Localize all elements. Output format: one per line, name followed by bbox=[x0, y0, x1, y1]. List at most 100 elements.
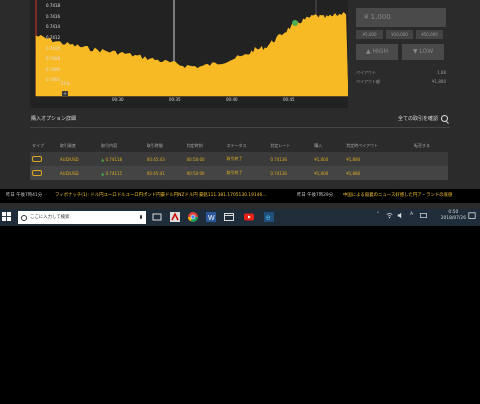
column-header: 購入 bbox=[314, 143, 323, 148]
column-header: 判定時ペイアウト bbox=[346, 143, 379, 148]
chart-area bbox=[30, 0, 348, 108]
trade-type-cell bbox=[30, 166, 58, 180]
history-title: 購入オプション詳細 bbox=[31, 116, 77, 122]
quick-amount-button[interactable]: ¥5,000 bbox=[356, 30, 383, 39]
payout-rate-label: ペイアウト bbox=[356, 70, 376, 75]
trade-type-cell bbox=[30, 152, 58, 166]
up-arrow-icon: ▲ bbox=[101, 156, 105, 162]
ticker-headline[interactable]: フィボナッチ(1): ドル円ユーロドルユーロ円ポンド円豪ドル円NZドル円 豪銘1… bbox=[55, 189, 266, 203]
search-icon[interactable] bbox=[441, 115, 448, 122]
history-header: 購入オプション詳細 全ての取引を確認 bbox=[30, 111, 450, 128]
y-tick: 0.7408 bbox=[46, 56, 60, 61]
volume-icon[interactable] bbox=[397, 212, 404, 219]
clock-date: 2018/07/26 bbox=[440, 216, 466, 221]
high-button[interactable]: ▲ HIGH bbox=[356, 44, 398, 60]
payout-amount-label: ペイアウト額 bbox=[356, 79, 380, 84]
buy-cell: ¥1,000 bbox=[312, 152, 345, 166]
column-header: 取引資産 bbox=[59, 143, 76, 148]
table-row[interactable]: AUD/USD ▲ 0.74118 00:45:43 00:50:00 取引終了… bbox=[30, 152, 448, 166]
svg-text:e: e bbox=[266, 213, 271, 222]
y-tick: 0.7416 bbox=[46, 14, 60, 19]
keyboard-icon[interactable] bbox=[420, 212, 427, 219]
search-placeholder: ここに入力して検索 bbox=[30, 215, 70, 220]
rate-cell: 0.74136 bbox=[268, 166, 313, 180]
notification-chevron-icon[interactable]: ⌃ bbox=[376, 212, 380, 217]
microphone-icon[interactable] bbox=[140, 215, 142, 219]
rate-cell: 0.74136 bbox=[268, 152, 313, 166]
trading-app: 51% + 00:30 00:35 00:40 00:45 0.7418 0.7… bbox=[0, 0, 480, 209]
option-type-icon bbox=[32, 169, 42, 176]
up-arrow-icon: ▲ bbox=[101, 170, 105, 176]
entry-cell: ▲ 0.74115 bbox=[99, 166, 145, 180]
x-tick: 00:40 bbox=[226, 97, 238, 102]
option-type-icon bbox=[32, 155, 42, 162]
window-icon[interactable] bbox=[224, 212, 234, 222]
payout-cell: ¥1,880 bbox=[344, 166, 413, 180]
column-header: タイプ bbox=[32, 143, 44, 148]
payout-amount-row: ペイアウト額 ¥1,880 bbox=[356, 79, 446, 85]
entry-rate: 0.74118 bbox=[105, 156, 122, 162]
ime-indicator[interactable]: A bbox=[410, 212, 413, 217]
windows-taskbar: ここに入力して検索 W e ⌃ A 0:50 2018/07/26 bbox=[0, 209, 480, 226]
table-header-row: タイプ 取引資産 取引内容 取引時間 判定時刻 ステータス 判定レート 購入 判… bbox=[30, 140, 448, 152]
edge-icon[interactable]: e bbox=[264, 212, 274, 222]
y-tick: 0.7412 bbox=[46, 35, 60, 40]
column-header: 転売する bbox=[414, 143, 431, 148]
quick-amount-button[interactable]: ¥10,000 bbox=[386, 30, 413, 39]
asset-cell: AUD/USD bbox=[57, 152, 100, 166]
column-header: 取引時間 bbox=[146, 143, 163, 148]
x-tick: 00:45 bbox=[283, 97, 295, 102]
resale-cell bbox=[412, 166, 448, 180]
time-cell: 00:45:41 bbox=[144, 166, 185, 180]
y-tick: 0.7406 bbox=[46, 67, 60, 72]
status-cell: 取引終了 bbox=[224, 152, 269, 166]
ticker-time: 昨日 午後7時41分 bbox=[6, 193, 43, 198]
task-view-icon[interactable] bbox=[152, 212, 162, 222]
view-all-trades-link[interactable]: 全ての取引を確認 bbox=[398, 111, 438, 127]
chrome-icon[interactable] bbox=[188, 212, 198, 222]
payout-rate-value: 1.88 bbox=[437, 70, 446, 75]
y-tick: 0.7414 bbox=[46, 24, 60, 29]
trading-app-icon[interactable] bbox=[170, 212, 180, 222]
entry-cell: ▲ 0.74118 bbox=[99, 152, 145, 166]
windows-start-icon[interactable] bbox=[2, 212, 11, 221]
zoom-button[interactable]: + bbox=[62, 91, 68, 96]
news-ticker[interactable]: 昨日 午後7時41分 フィボナッチ(1): ドル円ユーロドルユーロ円ポンド円豪ド… bbox=[0, 189, 480, 203]
column-header: 取引内容 bbox=[101, 143, 118, 148]
payout-cell: ¥1,880 bbox=[344, 152, 413, 166]
y-tick: 0.7404 bbox=[46, 77, 60, 82]
trade-history-table: タイプ 取引資産 取引内容 取引時間 判定時刻 ステータス 判定レート 購入 判… bbox=[30, 140, 448, 180]
y-tick: 0.7410 bbox=[46, 46, 60, 51]
wifi-icon[interactable] bbox=[386, 212, 393, 219]
asset-cell: AUD/USD bbox=[57, 166, 100, 180]
x-tick: 00:30 bbox=[112, 97, 124, 102]
price-chart[interactable]: 51% + 00:30 00:35 00:40 00:45 bbox=[30, 0, 348, 108]
payout-amount-value: ¥1,880 bbox=[432, 79, 446, 84]
expiry-cell: 00:50:00 bbox=[184, 166, 225, 180]
buy-cell: ¥1,000 bbox=[312, 166, 345, 180]
table-row[interactable]: AUD/USD ▲ 0.74115 00:45:41 00:50:00 取引終了… bbox=[30, 166, 448, 180]
action-center-icon[interactable] bbox=[468, 212, 476, 220]
payout-rate-row: ペイアウト 1.88 bbox=[356, 70, 446, 76]
svg-text:W: W bbox=[208, 215, 215, 222]
resale-cell bbox=[412, 152, 448, 166]
quick-amount-button[interactable]: ¥50,000 bbox=[416, 30, 443, 39]
order-panel: ¥ 1,000 ¥5,000 ¥10,000 ¥50,000 ▲ HIGH ▼ … bbox=[353, 0, 480, 108]
status-cell: 取引終了 bbox=[224, 166, 269, 180]
ticker-headline[interactable]: 中国による殺義のニュース好感した円ア・ランドの底値 bbox=[343, 189, 452, 203]
expiry-cell: 00:50:00 bbox=[184, 152, 225, 166]
ticker-time: 昨日 午後7時29分 bbox=[297, 193, 334, 198]
taskbar-clock[interactable]: 0:50 2018/07/26 bbox=[441, 210, 466, 222]
column-header: 判定レート bbox=[270, 143, 291, 148]
amount-input[interactable]: ¥ 1,000 bbox=[356, 8, 446, 27]
x-tick: 00:35 bbox=[169, 97, 181, 102]
y-tick: 0.7418 bbox=[46, 3, 60, 8]
search-icon bbox=[21, 215, 27, 221]
taskbar-search-input[interactable]: ここに入力して検索 bbox=[18, 211, 146, 224]
low-button[interactable]: ▼ LOW bbox=[402, 44, 444, 60]
youtube-icon[interactable] bbox=[244, 212, 254, 222]
percent-label: 51% bbox=[61, 81, 70, 86]
column-header: ステータス bbox=[226, 143, 247, 148]
word-icon[interactable]: W bbox=[206, 212, 216, 222]
entry-rate: 0.74115 bbox=[105, 170, 122, 176]
